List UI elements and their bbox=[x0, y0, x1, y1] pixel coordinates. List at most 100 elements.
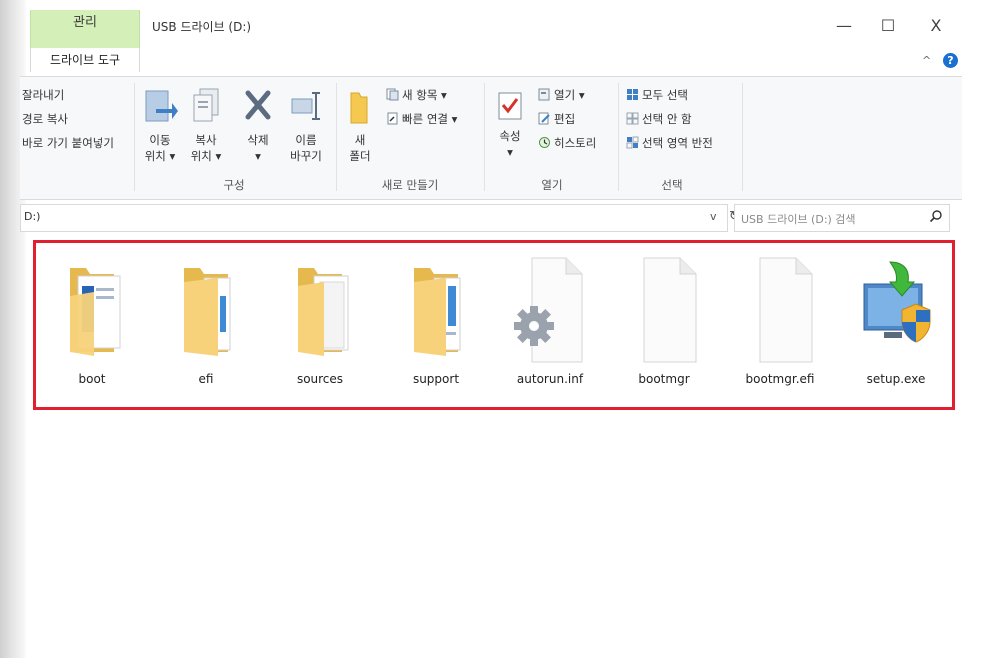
close-button[interactable]: X bbox=[918, 12, 954, 40]
window-title: USB 드라이브 (D:) bbox=[152, 20, 252, 34]
ribbon-separator bbox=[134, 83, 135, 191]
file-item-sources[interactable]: sources bbox=[270, 256, 370, 396]
open-icon bbox=[538, 88, 550, 101]
paste-shortcut-button[interactable]: 바로 가기 붙여넣기 bbox=[22, 135, 114, 151]
tab-manage[interactable]: 관리 bbox=[30, 10, 140, 48]
file-label: efi bbox=[198, 372, 214, 386]
file-label: bootmgr.efi bbox=[745, 372, 815, 386]
select-all-icon bbox=[627, 89, 638, 100]
move-to-label-2: 위치 ▾ bbox=[144, 149, 176, 163]
rename-label-2: 바꾸기 bbox=[290, 149, 322, 163]
file-item-bootmgr[interactable]: bootmgr bbox=[614, 256, 714, 396]
file-label: support bbox=[412, 372, 460, 386]
file-item-autorun[interactable]: autorun.inf bbox=[500, 256, 600, 396]
ribbon-separator bbox=[484, 83, 485, 191]
help-icon[interactable]: ? bbox=[943, 53, 958, 68]
folder-icon bbox=[414, 268, 461, 356]
history-button[interactable]: 히스토리 bbox=[538, 135, 596, 151]
properties-button[interactable]: 속성 ▾ bbox=[492, 83, 528, 173]
file-item-bootmgr-efi[interactable]: bootmgr.efi bbox=[730, 256, 830, 396]
rename-label-1: 이름 bbox=[295, 133, 317, 147]
organize-caption: 구성 bbox=[223, 178, 245, 192]
invert-selection-icon bbox=[626, 136, 639, 149]
copy-path-button[interactable]: 경로 복사 bbox=[22, 111, 68, 127]
new-item-label: 새 항목 ▾ bbox=[402, 88, 447, 102]
file-label: sources bbox=[296, 372, 344, 386]
search-icon[interactable] bbox=[929, 209, 943, 223]
easy-access-icon bbox=[387, 112, 398, 125]
copy-to-button[interactable]: 복사 위치 ▾ bbox=[186, 83, 226, 173]
invert-selection-button[interactable]: 선택 영역 반전 bbox=[626, 135, 713, 151]
delete-button[interactable]: 삭제 ▾ bbox=[238, 83, 278, 173]
ribbon: 잘라내기 경로 복사 바로 가기 붙여넣기 이동 위치 ▾ 복사 위치 ▾ 삭제… bbox=[20, 76, 962, 200]
setup-installer-icon bbox=[863, 261, 931, 343]
address-bar[interactable]: D:) v ↻ bbox=[20, 204, 740, 232]
easy-access-button[interactable]: 빠른 연결 ▾ bbox=[386, 111, 457, 127]
select-caption: 선택 bbox=[661, 178, 683, 192]
move-to-label-1: 이동 bbox=[149, 133, 171, 147]
search-input[interactable]: USB 드라이브 (D:) 검색 bbox=[734, 204, 950, 232]
move-to-icon bbox=[145, 90, 178, 122]
delete-label-2: ▾ bbox=[255, 149, 261, 163]
folder-icon bbox=[298, 268, 349, 356]
invert-selection-label: 선택 영역 반전 bbox=[642, 136, 713, 150]
address-path: D:) bbox=[24, 210, 41, 223]
file-item-setup[interactable]: setup.exe bbox=[846, 256, 946, 396]
edit-button[interactable]: 편집 bbox=[538, 111, 575, 127]
file-icon bbox=[643, 257, 697, 363]
ribbon-separator bbox=[618, 83, 619, 191]
rename-icon bbox=[291, 92, 320, 120]
file-label: autorun.inf bbox=[516, 372, 584, 386]
file-label: setup.exe bbox=[866, 372, 926, 386]
properties-label-2: ▾ bbox=[507, 145, 513, 159]
open-label: 열기 ▾ bbox=[554, 88, 585, 102]
file-item-support[interactable]: support bbox=[386, 256, 486, 396]
easy-access-label: 빠른 연결 ▾ bbox=[402, 112, 458, 126]
copy-to-label-2: 위치 ▾ bbox=[190, 149, 222, 163]
cut-button[interactable]: 잘라내기 bbox=[22, 87, 64, 103]
open-caption: 열기 bbox=[541, 178, 563, 192]
rename-button[interactable]: 이름 바꾸기 bbox=[284, 83, 328, 173]
file-item-boot[interactable]: boot bbox=[42, 256, 142, 396]
copy-to-icon bbox=[193, 88, 219, 122]
select-none-icon bbox=[626, 112, 639, 125]
select-all-button[interactable]: 모두 선택 bbox=[626, 87, 688, 103]
select-none-label: 선택 안 함 bbox=[642, 112, 692, 126]
file-label: bootmgr bbox=[638, 372, 690, 386]
settings-file-icon bbox=[514, 257, 583, 363]
delete-icon bbox=[245, 90, 271, 120]
edit-label: 편집 bbox=[554, 112, 576, 126]
minimize-button[interactable]: — bbox=[826, 12, 862, 40]
open-button[interactable]: 열기 ▾ bbox=[538, 87, 585, 103]
search-placeholder: USB 드라이브 (D:) 검색 bbox=[741, 213, 856, 226]
properties-icon bbox=[498, 92, 522, 120]
edit-icon bbox=[538, 112, 550, 125]
folder-icon bbox=[184, 268, 231, 356]
file-icon bbox=[759, 257, 813, 363]
new-caption: 새로 만들기 bbox=[381, 178, 439, 192]
new-item-icon bbox=[386, 88, 399, 101]
file-label: boot bbox=[78, 372, 106, 386]
new-folder-icon bbox=[350, 92, 368, 124]
select-none-button[interactable]: 선택 안 함 bbox=[626, 111, 692, 127]
select-all-label: 모두 선택 bbox=[642, 88, 688, 102]
new-folder-label-2: 폴더 bbox=[349, 149, 371, 163]
history-icon bbox=[539, 137, 550, 148]
file-item-efi[interactable]: efi bbox=[156, 256, 256, 396]
move-to-button[interactable]: 이동 위치 ▾ bbox=[140, 83, 180, 173]
ribbon-separator bbox=[336, 83, 337, 191]
maximize-button[interactable]: ☐ bbox=[870, 12, 906, 40]
folder-icon bbox=[70, 268, 121, 356]
ribbon-collapse-icon[interactable]: ^ bbox=[922, 54, 931, 67]
tab-drive-tools[interactable]: 드라이브 도구 bbox=[30, 48, 140, 72]
new-folder-button[interactable]: 새 폴더 bbox=[342, 83, 378, 173]
file-explorer-window: 관리 드라이브 도구 USB 드라이브 (D:) — ☐ X ^ ? 잘라내기 … bbox=[0, 0, 982, 658]
properties-label-1: 속성 bbox=[499, 129, 521, 143]
delete-label-1: 삭제 bbox=[247, 133, 269, 147]
ribbon-separator bbox=[742, 83, 743, 191]
address-dropdown-icon[interactable]: v bbox=[710, 210, 717, 223]
history-label: 히스토리 bbox=[554, 136, 597, 150]
new-folder-label-1: 새 bbox=[354, 133, 366, 147]
copy-to-label-1: 복사 bbox=[195, 133, 217, 147]
new-item-button[interactable]: 새 항목 ▾ bbox=[386, 87, 447, 103]
